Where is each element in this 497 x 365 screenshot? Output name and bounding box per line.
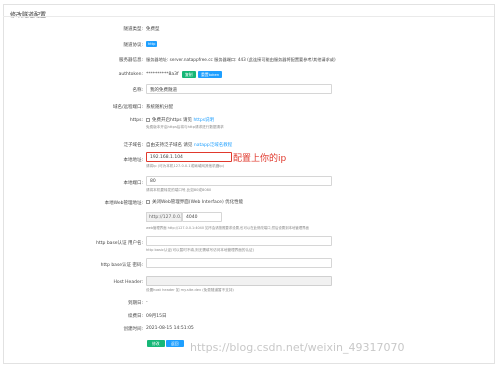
basic-user-input[interactable] [146, 236, 332, 246]
renew-value: 09月15日 [146, 314, 167, 319]
basic-user-hint: http basic认证(可以暂时不填,则无需填写访问本地管理界面的认证) [146, 248, 255, 252]
https-option[interactable]: 免费开启https 请见 https说明 [146, 117, 214, 123]
renew-label: 续费日: [127, 314, 143, 319]
web-interface-hint: web管理界面 http://127.0.0.1:4040 如不会请按照要求设置… [146, 226, 309, 230]
https-hint: 免费版本开启https后将与http请求进行数据请求 [146, 125, 224, 129]
created-value: 2021-08-15 14:51:05 [146, 326, 194, 331]
created-label: 创建时间: [123, 327, 143, 332]
forward-text: 自由支持泛子域名 请见 [146, 143, 193, 148]
local-port-hint: 请将本机要转发的端口号,比如80或8080 [146, 188, 212, 192]
web-interface-option[interactable]: 关闭Web管理界面(Web Interface) 优化性能 [146, 199, 243, 205]
name-input[interactable]: 我的免费隧道 [146, 84, 332, 94]
web-interface-port-input[interactable]: 4040 [182, 212, 222, 222]
tunnel-protocol-label: 隧道协议: [123, 43, 143, 48]
expire-value: - [146, 300, 148, 305]
local-port-label: 本地端口: [123, 181, 143, 186]
protocol-badge: http [146, 41, 158, 47]
web-interface-prefix: http://127.0.0.1: [146, 212, 186, 222]
tunnel-protocol-value: http [146, 41, 158, 48]
host-header-label: Host Header: [113, 280, 144, 285]
page-frame: 修改隧道配置 隧道类型: 免费型 隧道协议: http 服务器信息: 服务器地址… [0, 0, 497, 365]
basic-user-label: http base认证 用户名: [96, 241, 143, 246]
local-address-input[interactable]: 192.168.1.104 [146, 152, 232, 162]
name-label: 名称: [132, 88, 143, 93]
web-interface-checkbox-text: 关闭Web管理界面(Web Interface) 优化性能 [152, 200, 244, 205]
basic-pass-input[interactable] [146, 258, 332, 268]
basic-pass-label: http base认证 密码: [100, 263, 143, 268]
host-header-hint: 设置host header 如 my.site.dev (免费隧道暂不支持) [146, 288, 234, 292]
reset-token-button[interactable]: 重置token [198, 71, 223, 78]
host-header-input[interactable] [146, 276, 332, 286]
https-label: https: [129, 118, 143, 123]
authtoken-label: authtoken: [118, 72, 143, 77]
web-interface-checkbox[interactable] [146, 199, 150, 204]
https-help-link[interactable]: https说明 [193, 118, 214, 123]
expire-label: 到期日: [127, 301, 143, 306]
watermark: https://blog.csdn.net/weixin_49317070 [190, 341, 405, 354]
tunnel-type-value: 免费型 [146, 27, 160, 32]
https-checkbox-text: 免费开启https 请见 [152, 118, 193, 123]
web-interface-label: 本地Web管理地址: [104, 201, 143, 206]
local-address-hint: 请将Ip (可为本机127.0.0.1或局域网其他机器ip) [146, 164, 225, 168]
domain-value: 系统随机分配 [146, 105, 173, 110]
local-port-input[interactable]: 80 [146, 176, 332, 186]
red-annotation: 配置上你的ip [233, 154, 287, 164]
save-button[interactable]: 修改 [147, 340, 165, 347]
back-button[interactable]: 返回 [166, 340, 184, 347]
server-info-value: 服务器地址: server.natappfree.cc 服务器端口: 443 (… [146, 57, 336, 62]
authtoken-value: **********8a3f [146, 72, 179, 77]
https-checkbox[interactable] [146, 117, 150, 122]
forward-help-link[interactable]: natapp泛域名教程 [194, 143, 232, 148]
forward-label: 泛子域名: [123, 143, 143, 148]
local-address-label: 本地地址: [123, 158, 143, 163]
forward-value: 自由支持泛子域名 请见 natapp泛域名教程 [146, 142, 232, 148]
card-title: 修改隧道配置 [10, 10, 46, 19]
tunnel-type-label: 隧道类型: [123, 27, 143, 32]
copy-token-button[interactable]: 复制 [182, 71, 196, 78]
domain-label: 域名/远程端口: [112, 105, 143, 110]
server-info-label: 服务器信息: [118, 58, 143, 63]
title-divider [3, 16, 494, 17]
